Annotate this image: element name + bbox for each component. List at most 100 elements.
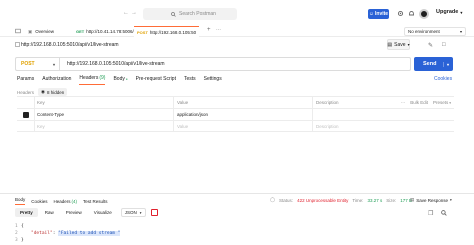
table-header-row: Key Value Description ⋯ Bulk Edit Preset…	[17, 96, 454, 108]
tab-headers[interactable]: Headers (9)	[79, 75, 106, 85]
tab-body[interactable]: Body ●	[113, 76, 127, 85]
chevron-down-icon: ▾	[52, 61, 55, 67]
header-key-cell[interactable]: Content-Type	[34, 109, 173, 120]
invite-label: Invite	[375, 11, 389, 17]
time-value[interactable]: 33.27 s	[367, 198, 382, 203]
header-enabled-checkbox[interactable]	[22, 111, 29, 118]
save-response-button[interactable]: ▤ Save Response ▾	[410, 197, 452, 203]
chevron-down-icon: ▾	[450, 198, 452, 202]
upgrade-label: Upgrade	[436, 9, 459, 15]
bulk-edit-link[interactable]: Bulk Edit	[410, 100, 428, 105]
header-desc-cell[interactable]	[312, 109, 454, 120]
response-headers-count: (4)	[71, 198, 78, 204]
send-dropdown-icon[interactable]: ▾	[442, 61, 449, 67]
format-type-select[interactable]: JSON ▾	[120, 208, 146, 217]
tab-method: POST	[137, 29, 148, 35]
headers-count: (9)	[99, 75, 106, 81]
status-value[interactable]: 422 Unprocessable Entity	[297, 198, 348, 203]
line-number: 2	[15, 231, 18, 236]
format-raw[interactable]: Raw	[40, 208, 59, 217]
table-cell	[17, 111, 34, 118]
pane-divider[interactable]	[0, 193, 474, 194]
tab-authorization[interactable]: Authorization	[42, 76, 71, 85]
format-pretty[interactable]: Pretty	[15, 208, 38, 217]
send-button[interactable]: Send ▾	[414, 57, 453, 71]
comments-icon[interactable]: □	[442, 42, 446, 48]
wrap-lines-icon[interactable]	[150, 209, 158, 216]
response-tab-headers[interactable]: Headers (4)	[54, 199, 78, 204]
new-tab-icon[interactable]: +	[207, 27, 211, 33]
table-row-empty: Key Value Description	[17, 120, 454, 132]
environment-label: No environment	[408, 29, 440, 34]
search-placeholder: Search Postman	[179, 11, 216, 17]
notification-bell-icon[interactable]	[408, 10, 415, 17]
response-tabs: Body Cookies Headers (4) Test Results	[15, 197, 108, 205]
tab-request-get[interactable]: GET http://10.41.14.78:5006/	[76, 26, 134, 37]
chevron-down-icon: ▾	[459, 29, 462, 34]
save-response-label: Save Response	[416, 197, 449, 203]
copy-icon[interactable]: ❐	[428, 210, 433, 217]
chevron-down-icon: ▾	[460, 9, 463, 15]
chevron-down-icon: ▾	[139, 210, 142, 215]
cookies-link[interactable]: Cookies	[434, 76, 452, 82]
headers-table: Key Value Description ⋯ Bulk Edit Preset…	[17, 96, 454, 132]
presets-dropdown[interactable]: Presets ▾	[433, 100, 451, 105]
new-key-input[interactable]: Key	[34, 121, 173, 131]
header-value-cell[interactable]: application/json	[173, 109, 312, 120]
format-preview[interactable]: Preview	[61, 208, 87, 217]
new-desc-input[interactable]: Description	[312, 121, 454, 131]
save-button[interactable]: ▤ Save ▾	[387, 39, 410, 50]
settings-icon[interactable]	[397, 10, 404, 17]
collections-icon[interactable]	[15, 28, 21, 34]
tab-body-label: Body	[113, 75, 125, 82]
environment-select[interactable]: No environment ▾	[404, 27, 466, 36]
search-response-icon[interactable]	[441, 210, 447, 216]
new-value-input[interactable]: Value	[173, 121, 312, 131]
avatar[interactable]	[419, 9, 429, 19]
tab-request-post-active[interactable]: POST http://192.168.0.105:50	[134, 26, 200, 37]
response-tab-body[interactable]: Body	[15, 197, 26, 205]
tab-bar	[0, 26, 474, 37]
json-key: "detail"	[31, 231, 53, 236]
tab-overview-label: Overview	[35, 29, 55, 34]
headers-section-label: Headers	[17, 89, 35, 95]
tab-overview[interactable]: ▣ Overview	[28, 26, 54, 37]
chevron-down-icon: ▾	[449, 100, 451, 105]
nav-back-icon[interactable]: ←	[123, 10, 129, 16]
code-text: }	[21, 238, 24, 243]
presets-label: Presets	[432, 100, 449, 105]
code-text: {	[21, 224, 24, 229]
hidden-headers-label: 8 hidden	[46, 89, 65, 95]
table-row: Content-Type application/json	[17, 108, 454, 120]
response-tab-cookies[interactable]: Cookies	[31, 199, 47, 204]
time-prefix: Time:	[352, 197, 364, 203]
response-tab-test-results[interactable]: Test Results	[83, 199, 108, 204]
invite-button[interactable]: ☺ Invite	[368, 9, 389, 19]
tab-params[interactable]: Params	[17, 76, 34, 85]
hidden-headers-toggle[interactable]: ◉ 8 hidden	[38, 88, 68, 96]
tab-url: http://10.41.14.78:5006/	[86, 29, 134, 34]
tab-settings[interactable]: Settings	[204, 76, 222, 85]
save-label: Save	[394, 41, 406, 48]
more-options-icon[interactable]: ⋯	[401, 100, 406, 106]
nav-forward-icon[interactable]: →	[131, 10, 137, 16]
tab-options-icon[interactable]: ⋯	[216, 27, 221, 33]
edit-icon[interactable]: ✎	[428, 42, 433, 49]
tab-url: http://192.168.0.105:50	[149, 29, 197, 35]
chevron-down-icon: ▾	[407, 42, 410, 47]
column-header-key: Key	[34, 97, 173, 108]
upgrade-button[interactable]: Upgrade ▾	[436, 9, 462, 15]
json-value: "Failed to add stream "	[58, 231, 121, 236]
response-body[interactable]: 1{ 2 "detail": "Failed to add stream " 3}	[15, 223, 121, 244]
column-header-description-label: Description	[316, 100, 339, 105]
tab-method: GET	[76, 29, 85, 34]
search-input[interactable]: Search Postman	[143, 8, 237, 20]
url-input[interactable]: http://192.168.0.105:5010/api/v1/live-st…	[59, 57, 411, 71]
format-visualize[interactable]: Visualize	[89, 208, 117, 217]
tab-headers-label: Headers	[79, 75, 99, 81]
tab-tests[interactable]: Tests	[184, 76, 196, 85]
method-select[interactable]: POST ▾	[15, 57, 59, 71]
size-prefix: Size:	[386, 197, 397, 203]
response-format-bar: Pretty Raw Preview Visualize JSON ▾	[15, 208, 158, 217]
tab-pre-request-script[interactable]: Pre-request Script	[136, 76, 176, 85]
